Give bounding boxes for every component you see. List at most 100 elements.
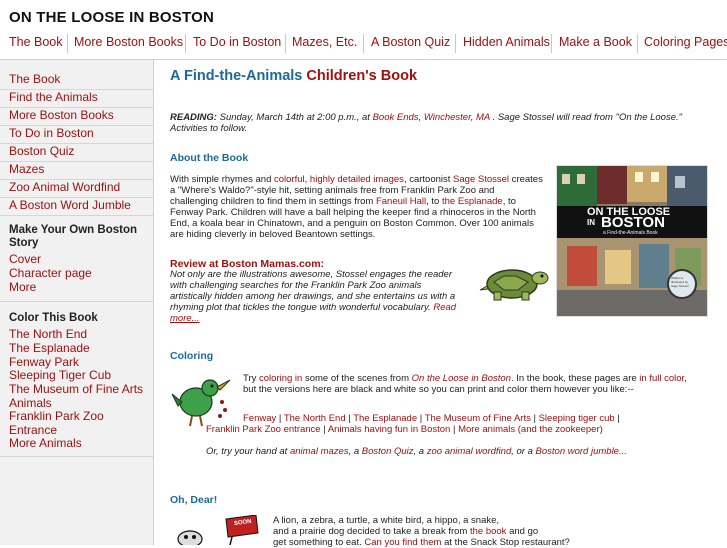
page-title-red: Children's Book xyxy=(306,68,418,84)
turtle-icon xyxy=(479,269,549,301)
sidebar-item-cover[interactable]: Cover xyxy=(9,252,41,266)
link-zoo-wordfind[interactable]: zoo animal wordfind xyxy=(427,446,512,457)
sidebar-item-boston-quiz[interactable]: Boston Quiz xyxy=(9,144,74,158)
book-cover-image[interactable]: ON THE LOOSE IN BOSTON a Find-the-Animal… xyxy=(556,165,708,317)
sidebar-item-entrance[interactable]: Entrance xyxy=(9,423,57,437)
sidebar-item-esplanade[interactable]: The Esplanade xyxy=(9,341,90,355)
about-text-3a: challenging children to find them in set… xyxy=(170,196,374,207)
sidebar-item-character-page[interactable]: Character page xyxy=(9,266,92,280)
about-text-6: are hiding cleverly in beloved Beantown … xyxy=(170,229,376,240)
reading-text: Sunday, March 14th at 2:00 p.m., at xyxy=(219,112,370,123)
link-boston-quiz[interactable]: Boston Quiz xyxy=(362,446,414,457)
coloring-text-1c: some of the scenes from xyxy=(304,373,409,384)
link-the-esplanade[interactable]: The Esplanade xyxy=(353,413,417,424)
topnav-mazes[interactable]: Mazes, Etc. xyxy=(292,35,357,49)
oh-dear-heading: Oh, Dear! xyxy=(170,494,218,506)
review-text-1: Not only are the illustrations awesome, … xyxy=(170,269,452,280)
sidebar-item-franklin-park-zoo[interactable]: Franklin Park Zoo xyxy=(9,409,104,423)
coloring-comma: , xyxy=(684,373,687,384)
read-link[interactable]: Read xyxy=(433,302,456,313)
sidebar-item-north-end[interactable]: The North End xyxy=(9,327,87,341)
topnav-the-book[interactable]: The Book xyxy=(9,35,63,49)
topnav-hidden-animals[interactable]: Hidden Animals xyxy=(463,35,550,49)
about-text-5: End, a koala bear in Chinatown, and a pe… xyxy=(170,218,534,229)
link-book-ends[interactable]: Book Ends xyxy=(373,112,419,123)
sidebar-item-zoo-animal-wordfind[interactable]: Zoo Animal Wordfind xyxy=(9,180,120,194)
sidebar-divider xyxy=(0,301,153,302)
topnav-separator xyxy=(185,34,186,53)
link-detailed-images[interactable]: highly detailed images xyxy=(310,174,404,185)
try-your-hand-text: Or, try your hand at animal mazes, a Bos… xyxy=(206,446,627,457)
cover-subtitle: a Find-the-Animals Book xyxy=(603,230,658,236)
sidebar-item-more[interactable]: More xyxy=(9,280,36,294)
link-coloring-in[interactable]: coloring in xyxy=(259,373,302,384)
topnav-separator xyxy=(551,34,552,53)
cover-title-in: IN xyxy=(587,218,595,227)
review-text-2: with challenging searches for the Frankl… xyxy=(170,280,422,291)
link-full-color[interactable]: in full color xyxy=(639,373,684,384)
sidebar-item-the-book[interactable]: The Book xyxy=(9,72,60,86)
topnav-separator xyxy=(285,34,286,53)
oh-dear-text-3c: at the Snack Stop restaurant? xyxy=(444,537,570,548)
link-colorful[interactable]: colorful xyxy=(274,174,305,185)
oh-dear-text: A lion, a zebra, a turtle, a white bird,… xyxy=(273,515,713,548)
sidebar-item-fenway-park[interactable]: Fenway Park xyxy=(9,355,79,369)
sidebar-item-find-the-animals[interactable]: Find the Animals xyxy=(9,90,98,104)
link-fenway[interactable]: Fenway xyxy=(243,413,276,424)
topnav-coloring-pages[interactable]: Coloring Pages xyxy=(644,35,727,49)
link-museum-fine-arts[interactable]: The Museum of Fine Arts xyxy=(425,413,531,424)
coloring-text: Try coloring in some of the scenes from … xyxy=(243,373,713,395)
sidebar-item-animals[interactable]: Animals xyxy=(9,396,52,410)
topnav-separator xyxy=(363,34,364,53)
topnav-more-boston-books[interactable]: More Boston Books xyxy=(74,35,183,49)
link-franklin-park-entrance[interactable]: Franklin Park Zoo entrance xyxy=(206,424,321,435)
about-text-3e: , to xyxy=(502,196,516,207)
coloring-text-2: but the versions here are black and whit… xyxy=(243,384,634,395)
sidebar-item-to-do-in-boston[interactable]: To Do in Boston xyxy=(9,126,94,140)
link-on-the-loose[interactable]: On the Loose in Boston xyxy=(412,373,511,384)
coloring-links-row-2: Franklin Park Zoo entrance | Animals hav… xyxy=(206,424,603,435)
or-text-a: Or, try your hand at xyxy=(206,446,288,457)
sidebar-item-museum-fine-arts[interactable]: The Museum of Fine Arts xyxy=(9,382,143,396)
link-animals-having-fun[interactable]: Animals having fun in Boston xyxy=(328,424,451,435)
topnav-make-a-book[interactable]: Make a Book xyxy=(559,35,632,49)
link-animal-mazes[interactable]: animal mazes xyxy=(290,446,349,457)
link-sage-stossel[interactable]: Sage Stossel xyxy=(453,174,509,185)
link-can-you-find-them[interactable]: Can you find them xyxy=(364,537,441,548)
sidebar-item-sleeping-tiger-cub[interactable]: Sleeping Tiger Cub xyxy=(9,368,111,382)
link-north-end[interactable]: The North End xyxy=(284,413,346,424)
about-text-1a: With simple rhymes and xyxy=(170,174,272,185)
sidebar-item-mazes[interactable]: Mazes xyxy=(9,162,44,176)
or-text-c: , a xyxy=(348,446,360,457)
coloring-heading: Coloring xyxy=(170,350,214,362)
about-heading: About the Book xyxy=(170,152,249,164)
link-esplanade[interactable]: the Esplanade xyxy=(442,196,503,207)
topnav-separator xyxy=(637,34,638,53)
sidebar-heading-make-story: Make Your Own Boston Story xyxy=(9,224,138,249)
cover-title-boston: BOSTON xyxy=(601,214,665,231)
link-winchester[interactable]: Winchester xyxy=(424,112,471,123)
link-faneuil-hall[interactable]: Faneuil Hall xyxy=(376,196,426,207)
link-ma[interactable]: MA xyxy=(476,112,490,123)
review-text: Not only are the illustrations awesome, … xyxy=(170,269,470,324)
sidebar-divider xyxy=(0,456,153,457)
sidebar: The Book Find the Animals More Boston Bo… xyxy=(0,60,154,545)
top-navigation: The Book More Boston Books To Do in Bost… xyxy=(0,34,727,55)
sidebar-item-more-animals[interactable]: More Animals xyxy=(9,436,82,450)
topnav-separator xyxy=(455,34,456,53)
reading-label: READING: xyxy=(170,112,217,123)
topnav-to-do-in-boston[interactable]: To Do in Boston xyxy=(193,35,281,49)
link-word-jumble[interactable]: Boston word jumble... xyxy=(536,446,627,457)
about-text-1f: creates xyxy=(511,174,543,185)
topnav-boston-quiz[interactable]: A Boston Quiz xyxy=(371,35,450,49)
oh-dear-text-3a: get something to eat. xyxy=(273,537,362,548)
sidebar-item-boston-word-jumble[interactable]: A Boston Word Jumble xyxy=(9,198,131,212)
more-link[interactable]: more... xyxy=(170,313,200,324)
link-more-animals-zookeeper[interactable]: More animals (and the zookeeper) xyxy=(458,424,603,435)
link-the-book[interactable]: the book xyxy=(470,526,506,537)
link-sleeping-tiger-cub[interactable]: Sleeping tiger cub xyxy=(539,413,615,424)
sidebar-item-more-boston-books[interactable]: More Boston Books xyxy=(9,108,114,122)
about-text-1d: , cartoonist xyxy=(403,174,451,185)
coloring-text-1a: Try xyxy=(243,373,257,384)
oh-dear-text-2a: and a prairie dog decided to take a brea… xyxy=(273,526,468,537)
